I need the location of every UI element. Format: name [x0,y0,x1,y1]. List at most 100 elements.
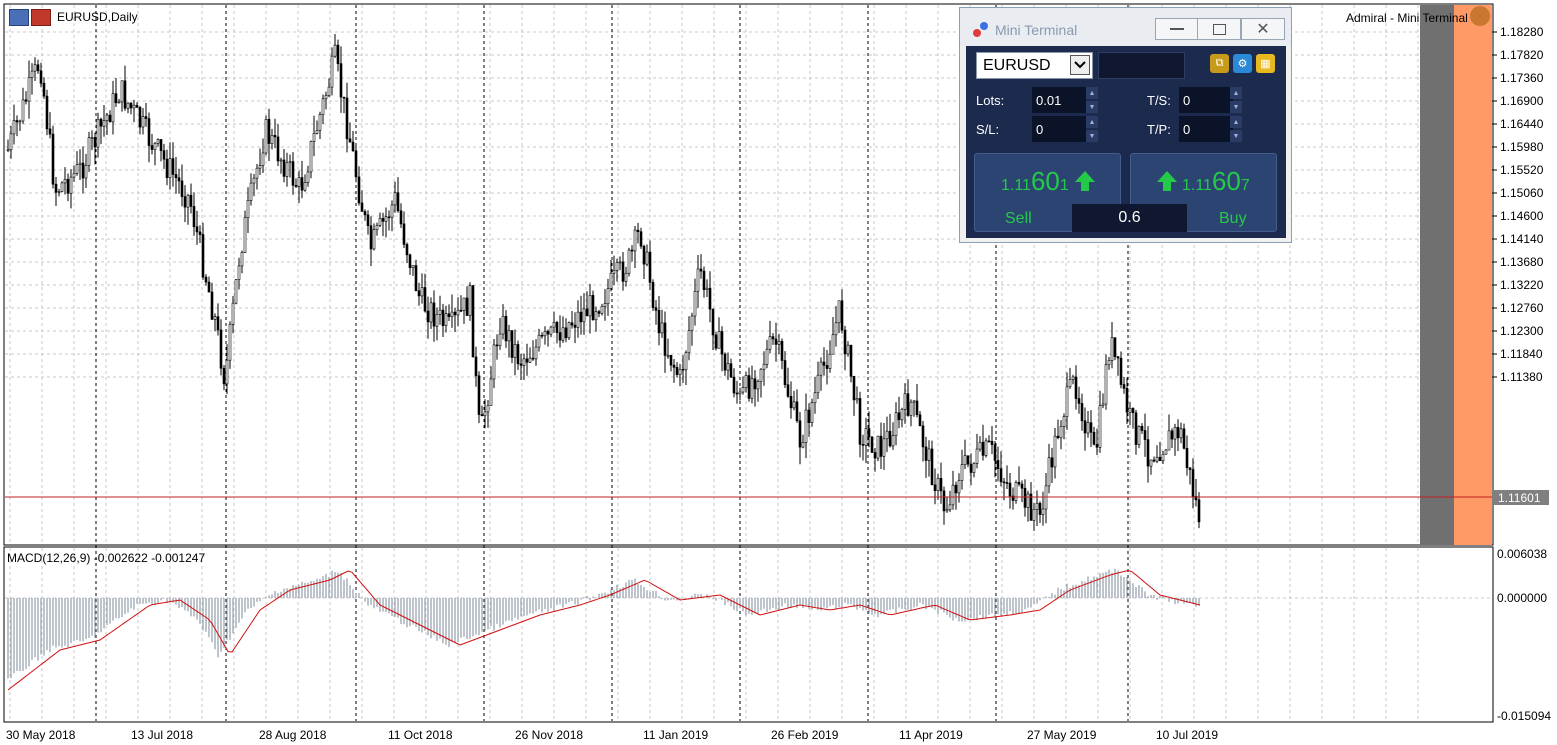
chevron-down-icon[interactable] [1070,55,1090,75]
candle-body [1116,356,1120,359]
candle-body [624,272,628,282]
candle-body [198,231,202,235]
candle-body [858,398,862,445]
sl-input[interactable]: 0 [1032,116,1086,142]
tp-stepper[interactable]: ▲ ▼ [1230,116,1242,142]
candle-body [207,281,211,293]
lots-stepper[interactable]: ▲ ▼ [1086,87,1098,113]
date-tick-label: 11 Jan 2019 [643,728,708,742]
candle-body [192,206,196,228]
candle-body [474,356,478,377]
price-tick-label: 1.17360 [1500,71,1544,85]
candle-body [255,167,259,179]
current-price-tag-label: 1.11601 [1498,491,1541,505]
minimize-button[interactable] [1155,18,1199,40]
candle-body [654,307,658,311]
close-button[interactable]: ✕ [1241,18,1285,40]
candle-body [285,162,289,177]
candle-body [153,142,157,150]
candle-body [783,360,787,385]
candle-body [564,327,568,339]
minimize-icon [1170,28,1184,30]
candle-body [90,137,94,139]
candle-body [645,251,649,265]
date-tick-label: 26 Nov 2018 [515,728,583,742]
candle-body [438,309,442,315]
candle-body [807,409,811,424]
arrow-up-icon [1075,171,1095,191]
candle-body [1017,481,1021,485]
candle-body [1041,508,1045,515]
candle-body [234,279,238,304]
candle-body [318,114,322,131]
candle-body [120,80,124,103]
chart-canvas[interactable]: 1.18280 1.17820 1.17360 1.16900 1.16440 1.159… [0,0,1557,745]
candle-body [354,150,358,178]
candle-body [801,442,805,448]
candle-body [336,44,340,64]
candle-body [1035,502,1039,510]
candle-body [915,400,919,416]
date-tick-label: 27 May 2019 [1027,728,1097,742]
candle-body [1161,453,1165,462]
candle-body [411,265,415,269]
sl-stepper[interactable]: ▲ ▼ [1086,116,1098,142]
symbol-timeframe-label: EURUSD,Daily [57,10,138,24]
maximize-button[interactable] [1197,18,1241,40]
candle-body [714,334,718,349]
candle-body [258,165,262,169]
ts-input[interactable]: 0 [1179,87,1233,113]
candle-body [990,441,994,445]
candle-body [213,316,217,320]
lots-input[interactable]: 0.01 [1032,87,1086,113]
candle-body [1170,430,1174,440]
candle-body [675,367,679,375]
candle-body [171,158,175,175]
layout-icon[interactable]: ▦ [1256,54,1275,73]
candle-body [138,107,142,128]
expert-advisor-icon[interactable] [1470,6,1490,26]
candle-body [261,152,265,166]
candle-body [1083,420,1087,434]
candle-body [750,378,754,399]
candle-body [534,346,538,360]
candle-body [105,114,109,121]
price-tick-label: 1.13220 [1500,278,1544,292]
ts-stepper[interactable]: ▲ ▼ [1230,87,1242,113]
symbol-select[interactable]: EURUSD [976,52,1093,79]
candle-body [552,322,556,328]
candle-body [165,158,169,178]
candle-body [501,315,505,335]
candle-body [1032,509,1036,521]
candle-body [429,302,433,323]
candle-body [144,116,148,119]
candle-body [1107,360,1111,366]
candle-body [408,254,412,269]
settings-icon[interactable]: ⚙ [1233,54,1252,73]
candle-body [972,463,976,473]
tp-input[interactable]: 0 [1179,116,1233,142]
candle-body [366,214,370,227]
candle-body [1128,408,1132,413]
candle-body [369,225,373,250]
mini-terminal-window[interactable]: Mini Terminal ✕ EURUSD ⧉ ⚙ ▦ Lots: 0.01 … [959,7,1292,243]
candle-body [588,295,592,317]
candle-body [930,448,934,486]
candle-body [486,405,490,413]
candle-body [378,218,382,226]
candle-body [357,176,361,204]
candle-body [948,504,952,510]
copy-icon[interactable]: ⧉ [1210,54,1229,73]
candle-body [351,141,355,152]
candle-body [984,440,988,456]
candle-body [594,311,598,321]
candle-body [558,332,562,341]
price-tick-label: 1.12760 [1500,301,1544,315]
chart-type-icon[interactable] [31,9,51,26]
chart-window-icon[interactable] [9,9,29,26]
mini-terminal-body: EURUSD ⧉ ⚙ ▦ Lots: 0.01 ▲ ▼ T/S: 0 ▲ ▼ S/L… [966,46,1286,238]
candle-body [792,401,796,409]
mini-terminal-title-bar[interactable]: Mini Terminal ✕ [960,8,1291,46]
candle-body [489,378,493,406]
tp-label: T/P: [1147,122,1171,137]
